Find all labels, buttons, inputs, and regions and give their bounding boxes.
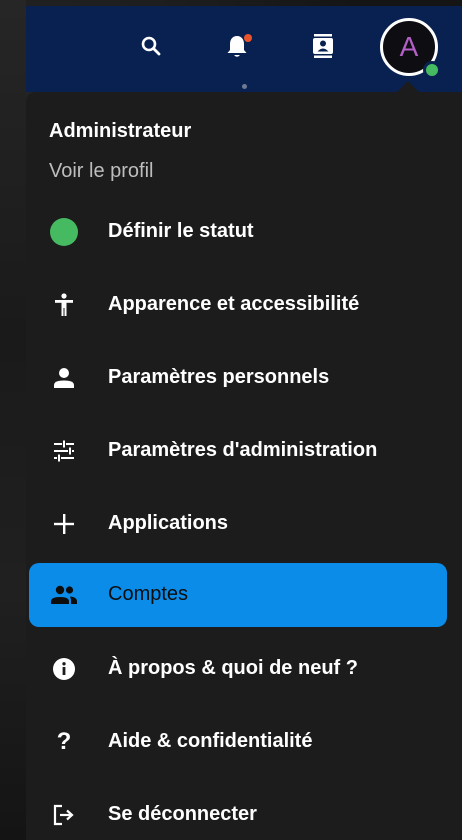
menu-item-logout[interactable]: Se déconnecter bbox=[29, 783, 447, 840]
menu-caret bbox=[397, 81, 419, 92]
menu-item-label: Apparence et accessibilité bbox=[108, 293, 360, 315]
menu-item-help[interactable]: ? Aide & confidentialité bbox=[29, 710, 447, 774]
search-icon bbox=[141, 36, 161, 56]
menu-item-label: Paramètres d'administration bbox=[108, 439, 378, 461]
app-root: A Administrateur Voir le profil Définir … bbox=[0, 0, 462, 840]
menu-item-label: Paramètres personnels bbox=[108, 366, 330, 388]
sliders-icon bbox=[49, 436, 79, 466]
menu-item-label: Aide & confidentialité bbox=[108, 730, 313, 752]
menu-item-applications[interactable]: Applications bbox=[29, 492, 447, 556]
menu-item-label: Applications bbox=[108, 512, 229, 534]
notifications-button[interactable] bbox=[217, 26, 257, 66]
info-icon bbox=[49, 654, 79, 684]
menu-item-label: Définir le statut bbox=[108, 220, 254, 242]
menu-item-label: Se déconnecter bbox=[108, 803, 257, 825]
notification-indicator bbox=[244, 34, 252, 42]
online-status-icon bbox=[423, 61, 441, 79]
avatar-letter: A bbox=[399, 31, 419, 62]
people-icon bbox=[49, 580, 79, 610]
user-menu: Administrateur Voir le profil Définir le… bbox=[26, 92, 462, 840]
search-button[interactable] bbox=[131, 26, 171, 66]
menu-item-accounts[interactable]: Comptes bbox=[29, 563, 447, 627]
accessibility-icon bbox=[49, 290, 79, 320]
menu-item-label: Comptes bbox=[108, 583, 189, 605]
status-dot-icon bbox=[49, 217, 79, 247]
menu-item-personal-settings[interactable]: Paramètres personnels bbox=[29, 346, 447, 410]
contacts-button[interactable] bbox=[303, 26, 343, 66]
view-profile-link[interactable]: Voir le profil bbox=[49, 160, 154, 183]
user-name: Administrateur bbox=[49, 120, 192, 142]
top-header-bar: A bbox=[26, 6, 462, 92]
plus-icon bbox=[49, 509, 79, 539]
contacts-icon bbox=[313, 34, 333, 58]
person-icon bbox=[49, 363, 79, 393]
menu-item-admin-settings[interactable]: Paramètres d'administration bbox=[29, 419, 447, 483]
question-icon: ? bbox=[56, 728, 72, 755]
menu-item-appearance[interactable]: Apparence et accessibilité bbox=[29, 273, 447, 337]
menu-item-about[interactable]: À propos & quoi de neuf ? bbox=[29, 637, 447, 701]
logout-icon bbox=[49, 800, 79, 830]
background-page bbox=[0, 0, 26, 840]
menu-item-set-status[interactable]: Définir le statut bbox=[29, 200, 447, 264]
menu-item-label: À propos & quoi de neuf ? bbox=[108, 657, 358, 679]
active-tab-indicator bbox=[242, 84, 247, 89]
